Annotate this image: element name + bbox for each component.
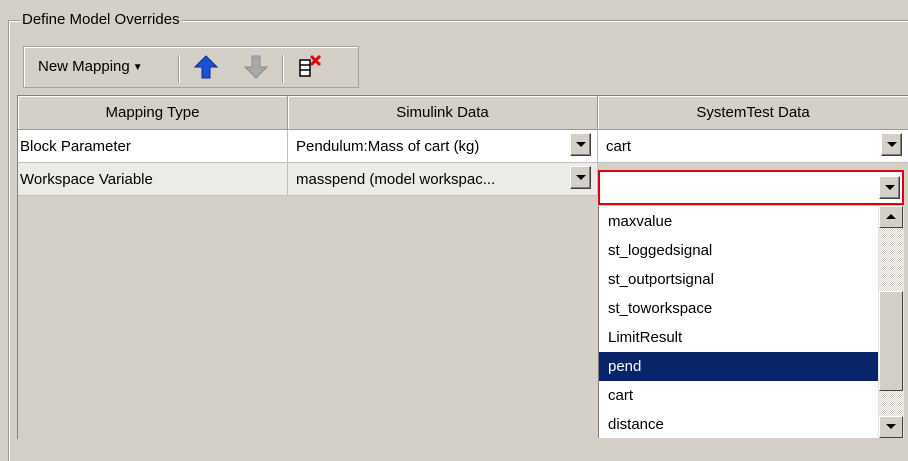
chevron-down-icon: ▼	[132, 62, 143, 73]
mapping-toolbar: New Mapping ▼	[23, 46, 359, 88]
column-header-mapping-type[interactable]: Mapping Type	[18, 96, 288, 130]
combo-dropdown-icon[interactable]	[570, 133, 591, 156]
scroll-up-icon[interactable]	[879, 206, 903, 228]
simulink-data-combo[interactable]: masspend (model workspac...	[288, 163, 598, 196]
systemtest-data-value: cart	[606, 138, 632, 155]
table-row-mapping-type[interactable]: Workspace Variable	[18, 163, 288, 196]
list-item[interactable]: st_toworkspace	[599, 294, 878, 323]
toolbar-separator	[282, 55, 284, 83]
combo-dropdown-icon[interactable]	[570, 166, 591, 189]
delete-mapping-icon[interactable]	[298, 54, 326, 84]
list-item[interactable]: LimitResult	[599, 323, 878, 352]
new-mapping-button[interactable]: New Mapping ▼	[38, 58, 143, 78]
dropdown-scrollbar[interactable]	[878, 206, 904, 438]
simulink-data-value: masspend (model workspac...	[296, 171, 496, 188]
column-header-systemtest-data[interactable]: SystemTest Data	[598, 96, 908, 130]
systemtest-data-combo[interactable]: cart	[598, 130, 908, 163]
list-item[interactable]: maxvalue	[599, 207, 878, 236]
toolbar-separator	[178, 55, 180, 83]
column-header-simulink-data[interactable]: Simulink Data	[288, 96, 598, 130]
list-item[interactable]: st_outportsignal	[599, 265, 878, 294]
scrollbar-thumb[interactable]	[879, 291, 903, 391]
simulink-data-value: Pendulum:Mass of cart (kg)	[296, 138, 480, 155]
new-mapping-label: New Mapping	[38, 58, 130, 75]
list-item[interactable]: cart	[599, 381, 878, 410]
list-item[interactable]: st_loggedsignal	[599, 236, 878, 265]
list-item[interactable]: distance	[599, 410, 878, 439]
list-item-selected[interactable]: pend	[599, 352, 878, 381]
systemtest-data-dropdown-list: maxvalue st_loggedsignal st_outportsigna…	[598, 206, 904, 438]
scroll-down-icon[interactable]	[879, 416, 903, 438]
down-arrow-icon[interactable]	[243, 54, 269, 84]
group-title: Define Model Overrides	[20, 11, 182, 29]
simulink-data-combo[interactable]: Pendulum:Mass of cart (kg)	[288, 130, 598, 163]
combo-dropdown-icon[interactable]	[879, 176, 900, 199]
up-arrow-icon[interactable]	[193, 54, 219, 84]
table-row-mapping-type[interactable]: Block Parameter	[18, 130, 288, 163]
systemtest-data-combo-active[interactable]	[598, 170, 904, 205]
combo-dropdown-icon[interactable]	[881, 133, 902, 156]
